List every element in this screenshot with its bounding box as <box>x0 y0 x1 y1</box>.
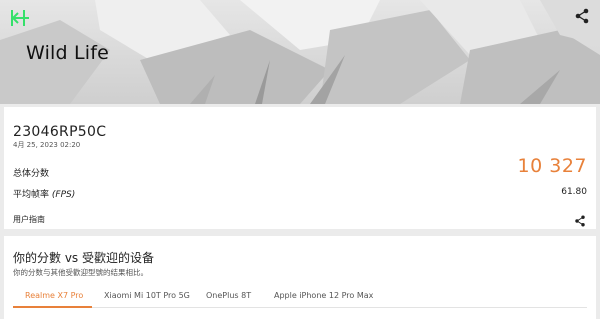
fps-unit: (FPS) <box>51 190 76 200</box>
comparison-subtitle: 你的分数与其他受歡迎型號的结果相比。 <box>13 268 148 277</box>
share-button[interactable] <box>574 8 590 24</box>
score-label: 总体分数 <box>13 169 50 179</box>
page-title: Wild Life <box>26 42 110 64</box>
device-tabs: Realme X7 Pro Xiaomi Mi 10T Pro 5G OnePl… <box>13 284 587 308</box>
tab-xiaomi-mi-10t-pro-5g[interactable]: Xiaomi Mi 10T Pro 5G <box>104 291 190 300</box>
guide-share-button[interactable] <box>574 212 586 227</box>
device-name: 23046RP50C <box>13 124 107 140</box>
user-guide-link[interactable]: 用户指南 <box>13 214 45 225</box>
tab-realme-x7-pro[interactable]: Realme X7 Pro <box>25 291 83 300</box>
tab-apple-iphone-12-pro-max[interactable]: Apple iPhone 12 Pro Max <box>274 291 373 300</box>
comparison-title: 你的分數 vs 受歡迎的设备 <box>13 251 154 265</box>
comparison-card: 你的分數 vs 受歡迎的设备 你的分数与其他受歡迎型號的结果相比。 Realme… <box>4 236 596 319</box>
back-arrow-icon <box>11 10 29 26</box>
score-value: 10 327 <box>517 155 587 177</box>
share-icon <box>575 8 589 24</box>
share-icon <box>575 215 585 227</box>
fps-value: 61.80 <box>561 187 587 197</box>
result-card: 23046RP50C 4月 25, 2023 02:20 总体分数 10 327… <box>4 107 596 229</box>
active-tab-indicator <box>13 306 92 308</box>
back-button[interactable] <box>9 8 31 28</box>
fps-label-text: 平均帧率 <box>13 190 50 200</box>
hero-banner: Wild Life <box>0 0 600 104</box>
tab-oneplus-8t[interactable]: OnePlus 8T <box>206 291 251 300</box>
test-date: 4月 25, 2023 02:20 <box>13 141 81 149</box>
fps-label: 平均帧率 (FPS) <box>13 187 75 200</box>
